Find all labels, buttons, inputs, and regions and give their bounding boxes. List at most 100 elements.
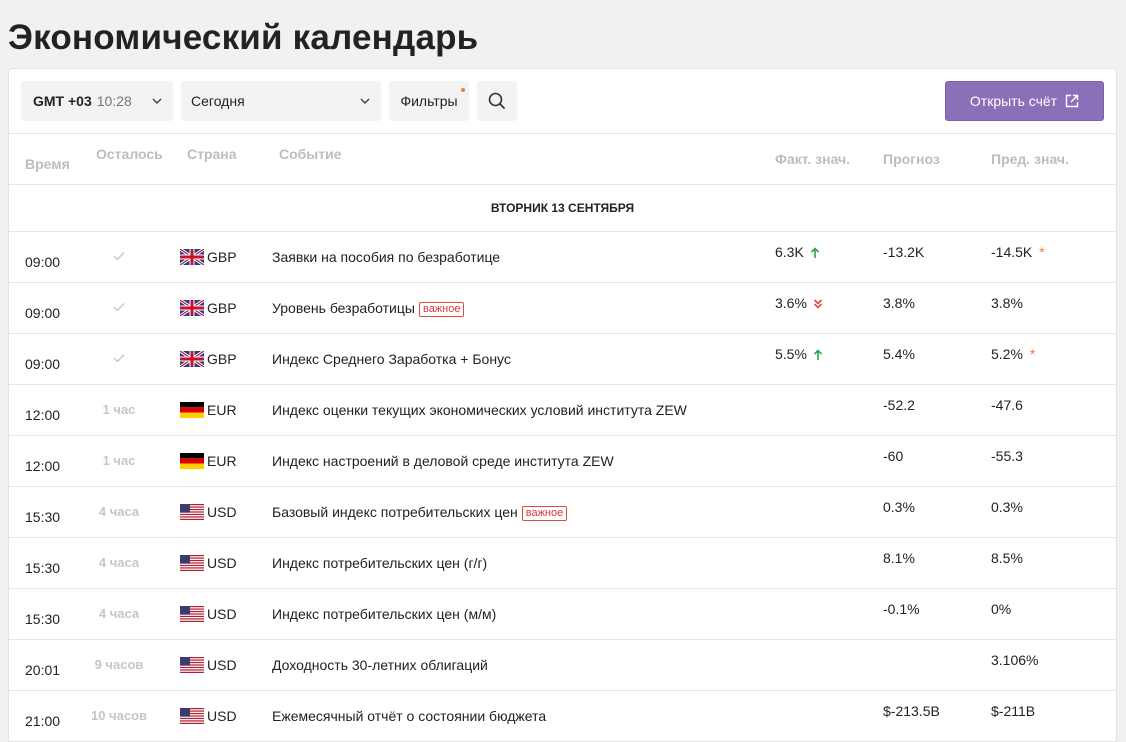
event-previous: 0% xyxy=(991,601,1011,617)
event-time: 15:30 xyxy=(25,509,61,525)
event-actual: 6.3K xyxy=(775,244,820,260)
table-row[interactable]: 09:00 GBP Индекс Среднего Заработка + Бону… xyxy=(9,334,1116,385)
table-row[interactable]: 12:00 1 час EUR Индекс оценки текущих эконо… xyxy=(9,385,1116,436)
event-name[interactable]: Заявки на пособия по безработице xyxy=(272,249,500,265)
table-row[interactable]: 12:00 1 час EUR Индекс настроений в деловой… xyxy=(9,436,1116,487)
col-country: Страна xyxy=(187,146,237,162)
important-badge: важное xyxy=(521,506,568,521)
event-forecast: $-213.5B xyxy=(883,703,940,719)
event-forecast: -0.1% xyxy=(883,601,920,617)
timezone-time: 10:28 xyxy=(96,93,132,109)
event-previous-value: -47.6 xyxy=(991,397,1023,413)
event-currency: USD xyxy=(207,555,237,571)
event-time: 15:30 xyxy=(25,611,61,627)
event-forecast: -52.2 xyxy=(883,397,915,413)
flag-gb-icon xyxy=(180,351,204,367)
event-title: Уровень безработицы xyxy=(272,300,415,316)
event-forecast: 8.1% xyxy=(883,550,915,566)
event-actual-value: 6.3K xyxy=(775,244,804,260)
filters-button[interactable]: Фильтры xyxy=(389,81,469,121)
event-title: Индекс Среднего Заработка + Бонус xyxy=(272,351,511,367)
search-button[interactable] xyxy=(477,81,517,121)
event-previous-value: 8.5% xyxy=(991,550,1023,566)
event-forecast: -60 xyxy=(883,448,904,464)
chevron-down-icon xyxy=(152,98,162,105)
open-account-button[interactable]: Открыть счёт xyxy=(945,81,1104,121)
event-remaining: 4 часа xyxy=(79,504,159,519)
chevron-down-icon xyxy=(360,98,370,105)
table-row[interactable]: 15:30 4 часа USD Индекс потребительских цен… xyxy=(9,538,1116,589)
event-name[interactable]: Ежемесячный отчёт о состоянии бюджета xyxy=(272,708,546,724)
col-actual: Факт. знач. xyxy=(775,151,851,167)
event-actual-value: 3.6% xyxy=(775,295,807,311)
table-row[interactable]: 09:00 GBP Заявки на пособия по безработице… xyxy=(9,232,1116,283)
event-name[interactable]: Базовый индекс потребительских цен важное xyxy=(272,504,568,521)
check-icon xyxy=(113,252,125,261)
event-previous-value: $-211B xyxy=(991,703,1036,719)
toolbar: GMT +03 10:28 Сегодня Фильтры Открыть сч… xyxy=(9,69,1116,134)
event-remaining: 9 часов xyxy=(79,657,159,672)
event-remaining: 10 часов xyxy=(79,708,159,723)
event-remaining xyxy=(79,300,159,315)
event-actual: 5.5% xyxy=(775,346,823,362)
day-group-header: ВТОРНИК 13 СЕНТЯБРЯ xyxy=(9,185,1116,232)
event-name[interactable]: Индекс настроений в деловой среде инстит… xyxy=(272,453,614,469)
flag-us-icon xyxy=(180,708,204,724)
check-icon xyxy=(113,303,125,312)
col-time: Время xyxy=(25,156,70,172)
event-remaining-text: 4 часа xyxy=(98,555,140,570)
table-row[interactable]: 21:00 10 часов USD Ежемесячный отчёт о сост… xyxy=(9,691,1116,742)
flag-de-icon xyxy=(180,402,204,418)
event-remaining-text: 10 часов xyxy=(90,708,147,723)
event-name[interactable]: Индекс оценки текущих экономических усло… xyxy=(272,402,687,418)
event-currency: USD xyxy=(207,657,237,673)
event-remaining: 4 часа xyxy=(79,606,159,621)
revised-asterisk-icon: * xyxy=(1039,244,1045,260)
event-title: Индекс настроений в деловой среде инстит… xyxy=(272,453,614,469)
event-previous: 5.2% * xyxy=(991,346,1035,362)
table-row[interactable]: 09:00 GBP Уровень безработицы важное 3.6% 3.8… xyxy=(9,283,1116,334)
event-title: Ежемесячный отчёт о состоянии бюджета xyxy=(272,708,547,724)
event-remaining-text: 1 час xyxy=(102,402,136,417)
event-previous: 0.3% xyxy=(991,499,1023,515)
flag-us-icon xyxy=(180,504,204,520)
event-remaining-text: 9 часов xyxy=(94,657,144,672)
event-currency: USD xyxy=(207,606,237,622)
important-badge: важное xyxy=(418,302,465,317)
col-previous: Пред. знач. xyxy=(991,151,1069,167)
table-row[interactable]: 15:30 4 часа USD Базовый индекс потребитель… xyxy=(9,487,1116,538)
event-name[interactable]: Индекс потребительских цен (г/г) xyxy=(272,555,487,571)
event-previous-value: 0% xyxy=(991,601,1012,617)
event-time: 09:00 xyxy=(25,254,61,270)
event-name[interactable]: Доходность 30-летних облигаций xyxy=(272,657,488,673)
event-name[interactable]: Индекс Среднего Заработка + Бонус xyxy=(272,351,511,367)
table-row[interactable]: 20:01 9 часов USD Доходность 30-летних обли… xyxy=(9,640,1116,691)
event-previous-value: -14.5K xyxy=(991,244,1033,260)
day-select[interactable]: Сегодня xyxy=(181,81,381,121)
event-title: Индекс потребительских цен (г/г) xyxy=(272,555,488,571)
event-currency: GBP xyxy=(207,351,237,367)
event-time: 09:00 xyxy=(25,305,61,321)
event-previous: $-211B xyxy=(991,703,1035,719)
flag-gb-icon xyxy=(180,300,204,316)
table-row[interactable]: 15:30 4 часа USD Индекс потребительских цен… xyxy=(9,589,1116,640)
event-remaining: 1 час xyxy=(79,453,159,468)
open-account-label: Открыть счёт xyxy=(969,93,1058,109)
timezone-select[interactable]: GMT +03 10:28 xyxy=(21,81,173,121)
arrow-up-icon xyxy=(813,349,822,360)
event-title: Индекс оценки текущих экономических усло… xyxy=(272,402,687,418)
search-icon xyxy=(488,92,506,110)
event-name[interactable]: Индекс потребительских цен (м/м) xyxy=(272,606,496,622)
event-time: 12:00 xyxy=(25,458,61,474)
event-forecast: 0.3% xyxy=(883,499,915,515)
event-currency: GBP xyxy=(207,249,237,265)
event-name[interactable]: Уровень безработицы важное xyxy=(272,300,465,317)
calendar-panel: GMT +03 10:28 Сегодня Фильтры Открыть сч… xyxy=(8,68,1117,742)
event-forecast: -13.2K xyxy=(883,244,925,260)
page-title: Экономический календарь xyxy=(8,18,479,57)
filters-label: Фильтры xyxy=(400,93,458,109)
event-previous: -47.6 xyxy=(991,397,1023,413)
day-group-label: ВТОРНИК 13 СЕНТЯБРЯ xyxy=(490,201,635,215)
revised-asterisk-icon: * xyxy=(1029,346,1036,362)
event-actual: 3.6% xyxy=(775,295,823,311)
